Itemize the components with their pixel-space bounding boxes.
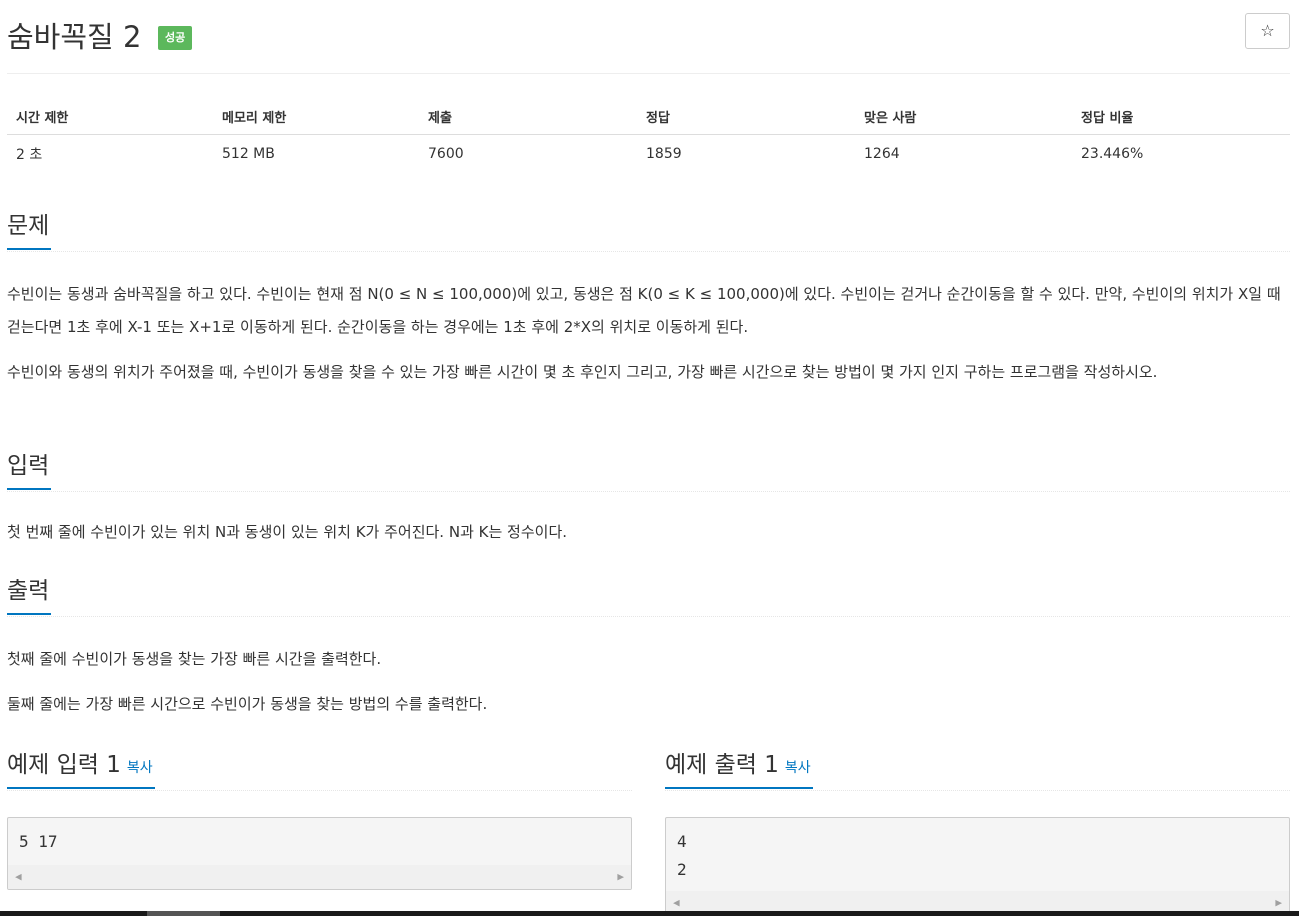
sample-input-copy-button[interactable]: 복사	[127, 760, 153, 776]
star-icon: ☆	[1260, 21, 1275, 40]
output-paragraph-2: 둘째 줄에는 가장 빠른 시간으로 수빈이가 동생을 찾는 방법의 수를 출력한…	[7, 695, 488, 713]
col-header-time-limit: 시간 제한	[7, 99, 213, 135]
output-paragraph-1: 첫째 줄에 수빈이가 동생을 찾는 가장 빠른 시간을 출력한다.	[7, 650, 382, 668]
input-heading: 입력	[7, 451, 52, 490]
sample-output-copy-button[interactable]: 복사	[785, 760, 811, 776]
accept-ratio-value: 23.446%	[1081, 146, 1144, 162]
problem-heading: 문제	[7, 211, 52, 250]
scroll-right-icon[interactable]: ▶	[617, 870, 624, 883]
scroll-left-icon[interactable]: ◀	[15, 870, 22, 883]
sample-input-headline: 예제 입력 1 복사	[7, 750, 632, 791]
sample-output-headline: 예제 출력 1 복사	[665, 750, 1290, 791]
scroll-right-icon[interactable]: ▶	[1275, 896, 1282, 909]
sample-output-title: 예제 출력 1	[665, 752, 779, 778]
problem-headline: 문제	[7, 211, 1290, 252]
accepted-value: 1859	[646, 146, 682, 162]
problem-paragraph-2: 수빈이와 동생의 위치가 주어졌을 때, 수빈이가 동생을 찾을 수 있는 가장…	[7, 363, 1158, 381]
table-header-row: 시간 제한 메모리 제한 제출 정답 맞은 사람 정답 비율	[7, 99, 1290, 135]
status-badge: 성공	[158, 26, 193, 50]
col-header-accepted: 정답	[637, 99, 855, 135]
col-header-accept-ratio: 정답 비율	[1072, 99, 1290, 135]
problem-info-table: 시간 제한 메모리 제한 제출 정답 맞은 사람 정답 비율 2 초 512 M…	[7, 99, 1290, 173]
sample-input-box[interactable]: 5 17 ◀ ▶	[7, 817, 632, 890]
submissions-value: 7600	[428, 146, 464, 162]
sample-output-line-1: 4	[677, 832, 687, 851]
window-scrollbar-thumb[interactable]	[147, 911, 220, 916]
sample-input-heading: 예제 입력 1 복사	[7, 750, 155, 789]
sample-input-line: 5 17	[19, 832, 58, 851]
sample-output-line-2: 2	[677, 860, 687, 879]
input-headline: 입력	[7, 451, 1290, 492]
output-headline: 출력	[7, 576, 1290, 617]
memory-limit-value: 512 MB	[222, 146, 275, 162]
solved-users-value: 1264	[864, 146, 900, 162]
col-header-submissions: 제출	[419, 99, 637, 135]
input-paragraph: 첫 번째 줄에 수빈이가 있는 위치 N과 동생이 있는 위치 K가 주어진다.…	[7, 523, 568, 541]
scroll-left-icon[interactable]: ◀	[673, 896, 680, 909]
sample-input-scrollbar[interactable]: ◀ ▶	[8, 865, 631, 889]
window-scrollbar[interactable]	[0, 911, 1299, 916]
sample-output-box[interactable]: 4 2 ◀ ▶	[665, 817, 1290, 916]
col-header-memory-limit: 메모리 제한	[213, 99, 419, 135]
title-row: 숨바꼭질 2 성공 ☆	[7, 0, 1290, 74]
page-title: 숨바꼭질 2	[7, 20, 142, 54]
problem-page: 숨바꼭질 2 성공 ☆ 시간 제한 메모리 제한 제출 정답 맞은 사람 정답 …	[7, 0, 1290, 916]
sample-output-heading: 예제 출력 1 복사	[665, 750, 813, 789]
output-heading: 출력	[7, 576, 52, 615]
table-row: 2 초 512 MB 7600 1859 1264 23.446%	[7, 135, 1290, 174]
sample-input-title: 예제 입력 1	[7, 752, 121, 778]
time-limit-value: 2 초	[16, 147, 43, 163]
star-button[interactable]: ☆	[1245, 13, 1290, 49]
col-header-solved-users: 맞은 사람	[855, 99, 1072, 135]
problem-paragraph-1: 수빈이는 동생과 숨바꼭질을 하고 있다. 수빈이는 현재 점 N(0 ≤ N …	[7, 285, 1281, 336]
